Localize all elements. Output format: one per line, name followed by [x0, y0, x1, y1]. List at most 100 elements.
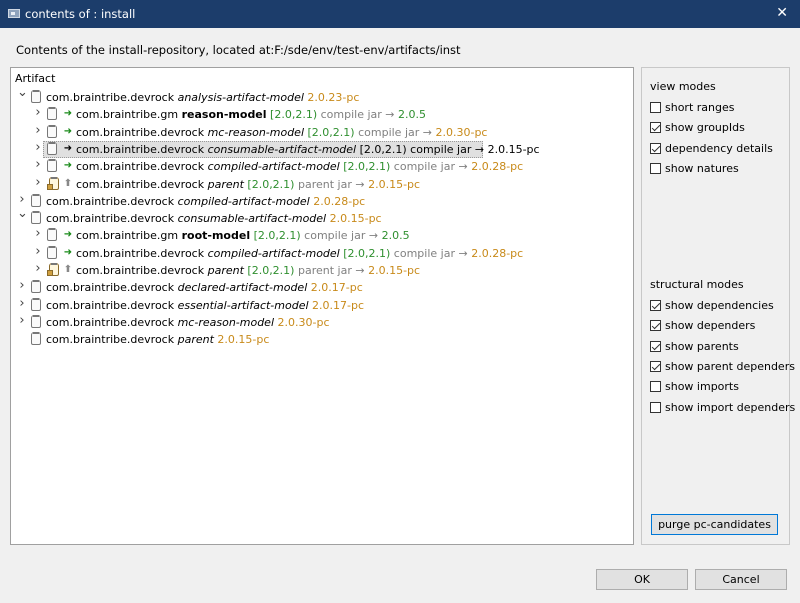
artifact-version: 2.0.30-pc: [274, 315, 330, 329]
checkbox-label: show import dependers: [665, 400, 796, 414]
version-range: [2.0,2.1): [304, 125, 355, 139]
tree-row[interactable]: › ➜ com.braintribe.gm reason-model [2.0,2.…: [11, 106, 631, 123]
purge-pc-candidates-button[interactable]: purge pc-candidates: [651, 514, 778, 535]
jar-icon: [47, 141, 57, 155]
artifact-id: declared-artifact-model: [177, 281, 308, 295]
checkbox-label: short ranges: [665, 101, 735, 114]
artifact-id: consumable-artifact-model: [207, 142, 357, 156]
checkbox[interactable]: [650, 401, 661, 413]
chevron-right-icon[interactable]: ›: [33, 175, 43, 190]
dependency-arrow-icon: ➜: [63, 108, 73, 120]
chevron-down-icon[interactable]: ⌄: [17, 86, 28, 100]
window-title: contents of : install: [25, 7, 136, 21]
dependency-arrow-icon: ➜: [63, 229, 73, 241]
checkbox[interactable]: [650, 300, 661, 311]
dependency-packaging: jar →: [404, 125, 436, 139]
artifact-id: consumable-artifact-model: [177, 212, 327, 226]
artifact-version: 2.0.17-pc: [308, 298, 365, 312]
tree-row[interactable]: › ⬆ com.braintribe.devrock parent [2.0,2.1…: [11, 175, 631, 193]
jar-icon: [31, 332, 41, 346]
jar-icon: [31, 90, 41, 103]
tree-row[interactable]: › com.braintribe.devrock declared-artifac…: [11, 279, 631, 296]
tree-row[interactable]: › ➜ com.braintribe.devrock mc-reason-model…: [11, 123, 631, 141]
artifact-group-id: com.braintribe.devrock: [76, 177, 208, 191]
tree-row[interactable]: › ➜ com.braintribe.devrock compiled-artifa…: [11, 158, 631, 175]
chevron-down-icon[interactable]: ⌄: [17, 207, 28, 221]
artifact-group-id: com.braintribe.devrock: [46, 212, 178, 226]
artifact-label: com.braintribe.devrock parent [2.0,2.1) …: [76, 177, 420, 192]
artifact-label: com.braintribe.devrock compiled-artifact…: [76, 246, 523, 261]
artifact-group-id: com.braintribe.devrock: [46, 333, 178, 347]
chevron-right-icon[interactable]: ›: [33, 158, 43, 172]
artifact-id: parent: [177, 333, 214, 347]
checkbox[interactable]: [650, 102, 661, 113]
jar-icon: [47, 228, 57, 242]
artifact-version: 2.0.17-pc: [307, 281, 363, 295]
version-range: [2.0,2.1): [356, 142, 407, 156]
dependency-scope: compile: [406, 142, 458, 156]
dependency-arrow-icon: ➜: [63, 142, 73, 154]
artifact-label: com.braintribe.devrock parent 2.0.15-pc: [46, 332, 269, 347]
chevron-right-icon[interactable]: ›: [33, 140, 43, 155]
artifact-tree[interactable]: Artifact ⌄ com.braintribe.devrock analysi…: [10, 67, 634, 545]
tree-row[interactable]: › com.braintribe.devrock essential-artifa…: [11, 296, 631, 314]
ok-button[interactable]: OK: [596, 569, 688, 590]
jar-icon: [31, 314, 41, 328]
artifact-label: com.braintribe.gm root-model [2.0,2.1) c…: [76, 228, 410, 243]
checkbox[interactable]: [650, 360, 661, 372]
tree-row[interactable]: › ⬆ com.braintribe.devrock parent [2.0,2.1…: [11, 262, 631, 279]
artifact-group-id: com.braintribe.devrock: [46, 194, 178, 208]
chevron-right-icon[interactable]: ›: [17, 279, 27, 293]
parent-arrow-icon: ⬆: [63, 177, 73, 189]
close-icon[interactable]: ✕: [776, 5, 788, 21]
tree-row[interactable]: › ➜ com.braintribe.devrock consumable-arti…: [11, 140, 631, 158]
checkbox-label: show dependers: [665, 319, 756, 333]
chevron-right-icon[interactable]: ›: [33, 244, 43, 259]
chevron-right-icon[interactable]: ›: [33, 123, 43, 138]
tree-row[interactable]: ⌄ com.braintribe.devrock analysis-artifac…: [11, 86, 631, 106]
options-panel: view modes short ranges show groupIds depe…: [641, 67, 795, 545]
checkbox[interactable]: [650, 162, 661, 174]
chevron-right-icon[interactable]: ›: [33, 227, 43, 241]
dependency-packaging: jar →: [440, 160, 472, 174]
dependency-packaging: jar →: [367, 108, 399, 122]
tree-row[interactable]: › com.braintribe.devrock mc-reason-model …: [11, 313, 631, 331]
tree-row[interactable]: com.braintribe.devrock parent 2.0.15-pc: [11, 331, 631, 348]
dependency-packaging: jar →: [457, 142, 488, 156]
dependency-arrow-icon: ➜: [63, 246, 73, 258]
artifact-label: com.braintribe.gm reason-model [2.0,2.1)…: [76, 107, 426, 122]
checkbox[interactable]: [650, 381, 661, 393]
cancel-button[interactable]: Cancel: [695, 569, 787, 590]
checkbox[interactable]: [650, 142, 661, 154]
chevron-right-icon[interactable]: ›: [17, 296, 27, 311]
tree-row[interactable]: › ➜ com.braintribe.gm root-model [2.0,2.1)…: [11, 227, 631, 244]
jar-icon: [31, 280, 41, 294]
tree-row[interactable]: › ➜ com.braintribe.devrock compiled-artifa…: [11, 244, 631, 262]
jar-icon: [31, 211, 41, 225]
jar-icon: [47, 107, 57, 121]
chevron-right-icon[interactable]: ›: [33, 106, 43, 120]
resolved-version: 2.0.28-pc: [471, 246, 524, 260]
artifact-group-id: com.braintribe.devrock: [76, 125, 208, 139]
artifact-group-id: com.braintribe.devrock: [46, 298, 178, 312]
tree-row[interactable]: ⌄ com.braintribe.devrock consumable-artif…: [11, 207, 631, 227]
version-range: [2.0,2.1): [266, 108, 318, 122]
checkbox[interactable]: [650, 122, 661, 134]
resolved-version: 2.0.30-pc: [435, 125, 488, 139]
resolved-version: 2.0.15-pc: [487, 142, 540, 156]
tree-row[interactable]: › com.braintribe.devrock compiled-artifac…: [11, 192, 631, 210]
window-app-icon: [8, 9, 20, 18]
dependency-scope: compile: [390, 246, 441, 260]
artifact-group-id: com.braintribe.devrock: [46, 91, 178, 104]
artifact-group-id: com.braintribe.gm: [76, 108, 182, 122]
version-range: [2.0,2.1): [250, 229, 301, 243]
chevron-right-icon[interactable]: ›: [17, 192, 27, 207]
chevron-right-icon[interactable]: ›: [17, 313, 27, 328]
chevron-right-icon[interactable]: ›: [33, 262, 43, 276]
checkbox-label: show parents: [665, 339, 739, 353]
resolved-version: 2.0.5: [381, 229, 410, 243]
checkbox-label: show groupIds: [665, 121, 745, 135]
checkbox[interactable]: [650, 320, 661, 332]
dependency-scope: compile: [317, 108, 368, 122]
checkbox[interactable]: [650, 340, 661, 352]
